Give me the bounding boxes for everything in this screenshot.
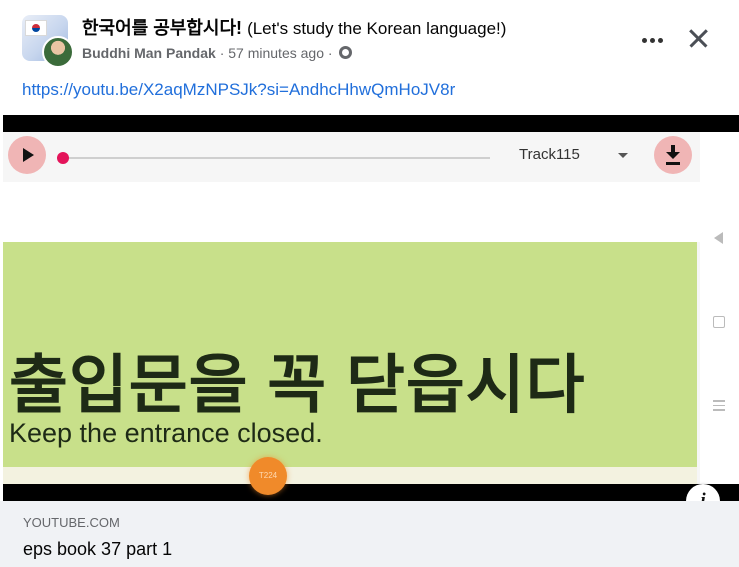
link-title[interactable]: eps book 37 part 1: [23, 539, 172, 560]
korean-caption: 출입문을 꼭 닫읍시다: [9, 349, 586, 421]
menu-lines-icon: [713, 400, 725, 414]
korean-flag-icon: [25, 20, 47, 36]
android-nav-bar: [700, 132, 739, 484]
post-card: 한국어를 공부합시다! (Let's study the Korean lang…: [0, 0, 739, 567]
post-link[interactable]: https://youtu.be/X2aqMzNPSJk?si=AndhcHhw…: [22, 80, 455, 100]
square-icon: [713, 316, 725, 328]
lesson-slide: 출입문을 꼭 닫읍시다 Keep the entrance closed.: [3, 242, 697, 467]
globe-icon[interactable]: [339, 46, 353, 59]
back-triangle-icon: [714, 232, 723, 244]
english-caption: Keep the entrance closed.: [9, 418, 323, 448]
meta-separator: ·: [219, 45, 225, 61]
video-preview[interactable]: Track115 출입문을 꼭 닫읍시다 Keep the entrance c…: [3, 115, 739, 501]
download-icon[interactable]: [654, 136, 692, 174]
link-domain: YOUTUBE.COM: [23, 515, 120, 530]
user-avatar[interactable]: [42, 36, 74, 68]
group-name-subtitle: (Let's study the Korean language!): [247, 19, 507, 38]
play-icon[interactable]: [8, 136, 46, 174]
video-spacer: [3, 182, 700, 242]
meta-separator-2: ·: [327, 45, 333, 61]
close-icon[interactable]: [682, 22, 714, 54]
timestamp-label: T224: [258, 471, 278, 480]
group-name[interactable]: 한국어를 공부합시다! (Let's study the Korean lang…: [82, 14, 506, 40]
video-frame: Track115 출입문을 꼭 닫읍시다 Keep the entrance c…: [3, 132, 739, 495]
timestamp-bubble[interactable]: T224: [249, 457, 287, 495]
track-name[interactable]: Track115: [519, 146, 580, 163]
audio-player-bar: Track115: [3, 132, 700, 182]
more-options-button[interactable]: [636, 24, 668, 56]
more-options-icon: [642, 38, 647, 43]
slide-bottom-strip: [3, 467, 697, 484]
post-timestamp[interactable]: 57 minutes ago: [228, 45, 324, 61]
seek-handle[interactable]: [57, 152, 69, 164]
group-name-korean[interactable]: 한국어를 공부합시다!: [82, 18, 242, 38]
seek-bar[interactable]: [69, 157, 490, 159]
author-name[interactable]: Buddhi Man Pandak: [82, 45, 216, 61]
post-meta: Buddhi Man Pandak · 57 minutes ago ·: [82, 45, 353, 61]
chevron-down-icon[interactable]: [618, 153, 628, 158]
link-preview-footer[interactable]: YOUTUBE.COM eps book 37 part 1: [0, 501, 739, 567]
